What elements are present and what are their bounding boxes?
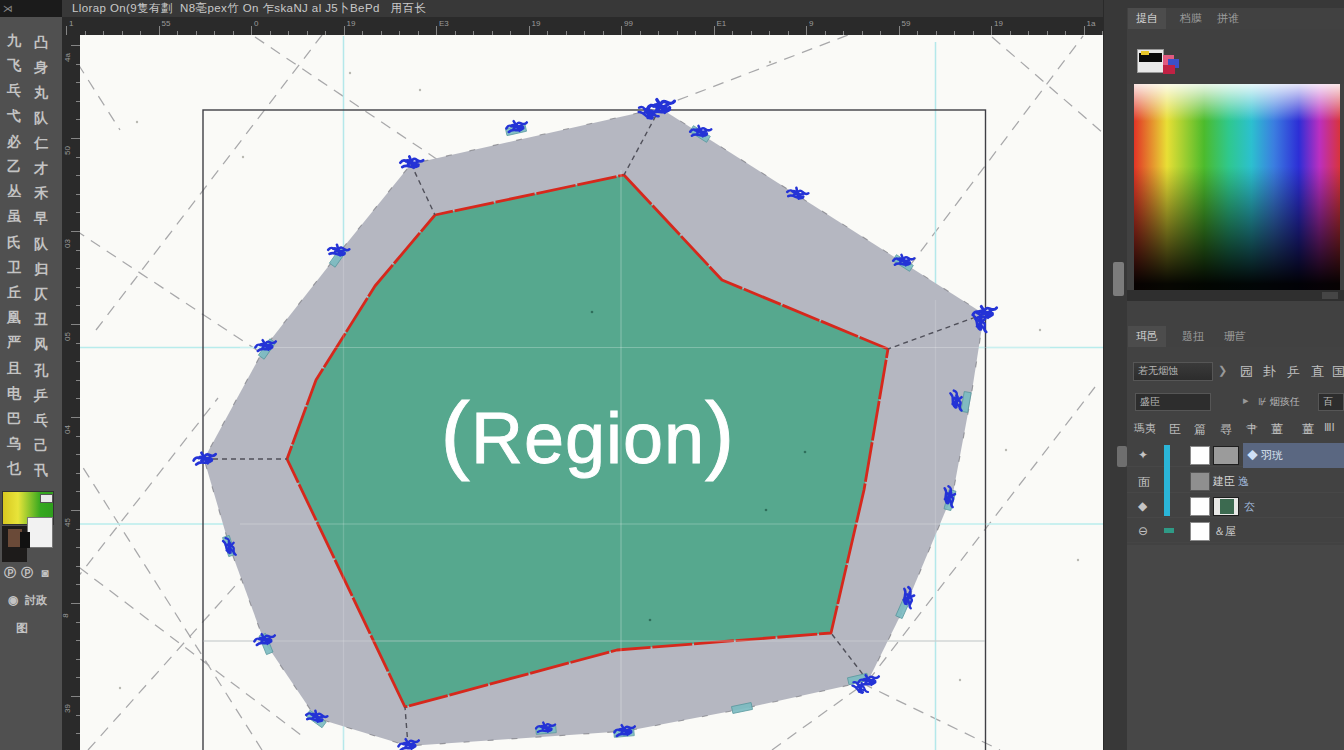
svg-text:(Region): (Region) xyxy=(441,383,736,482)
